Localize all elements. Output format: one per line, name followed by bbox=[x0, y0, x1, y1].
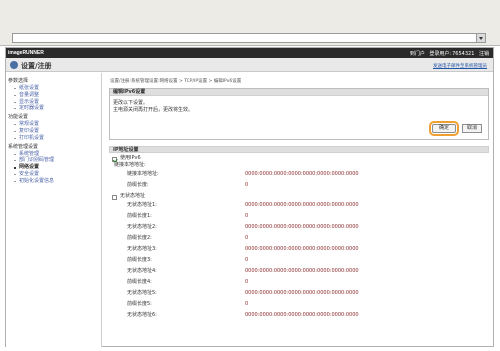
address-row: 前缀长度2: 0 bbox=[109, 233, 489, 244]
link-local-label: 链接本地地址: bbox=[114, 162, 146, 168]
page-title: 设置/注册 bbox=[21, 62, 52, 70]
use-ipv6-label: 使用IPv6 bbox=[120, 155, 141, 161]
top-bar: imageRUNNER 到门户 登录用户:7654321 注销 bbox=[6, 48, 493, 58]
panel-message-line2: 主电源关闭再打开后，更改将生效。 bbox=[113, 107, 194, 113]
stateless-rows: 无状态地址1: 0000:0000:0000:0000:0000:0000:000… bbox=[109, 200, 489, 321]
address-row-label: 链接本地地址: bbox=[127, 171, 159, 177]
address-row-label: 前缀长度5: bbox=[127, 301, 152, 307]
main-content: 设置/注册:系统管理设置:网络设置 > TCP/IP设置 > 编辑IPv6设置 … bbox=[104, 73, 493, 347]
address-row-value: 0 bbox=[245, 301, 249, 307]
sidebar-item[interactable]: 纸张设置 bbox=[14, 85, 101, 92]
address-row-value: 0000:0000:0000:0000:0000:0000:0000:0000 bbox=[245, 268, 359, 274]
use-ipv6-checkbox[interactable] bbox=[112, 156, 117, 162]
address-row: 前缀长度1: 0 bbox=[109, 211, 489, 222]
address-row: 无状态地址2: 0000:0000:0000:0000:0000:0000:000… bbox=[109, 222, 489, 233]
address-row-label: 前缀长度3: bbox=[127, 257, 152, 263]
address-row: 无状态地址3: 0000:0000:0000:0000:0000:0000:000… bbox=[109, 244, 489, 255]
sidebar: 参数选择 纸张设置 音量调整 显示设置 定时器设置 功能设置 常规设置 复印设置 打印机设置 系统… bbox=[6, 73, 102, 347]
sidebar-item[interactable]: 常规设置 bbox=[14, 121, 101, 128]
address-row-value: 0000:0000:0000:0000:0000:0000:0000:0000 bbox=[245, 202, 359, 208]
address-row-label: 无状态地址4: bbox=[127, 268, 157, 274]
sidebar-item[interactable]: 音量调整 bbox=[14, 92, 101, 99]
address-row-value: 0 bbox=[245, 182, 249, 188]
panel-message: 更改以下设置。 主电源关闭再打开后，更改将生效。 bbox=[110, 96, 488, 114]
address-row-label: 无状态地址6: bbox=[127, 312, 157, 318]
sidebar-item[interactable]: 复印设置 bbox=[14, 128, 101, 135]
address-row-value: 0000:0000:0000:0000:0000:0000:0000:0000 bbox=[245, 290, 359, 296]
address-dropdown-button[interactable] bbox=[476, 34, 485, 42]
address-row: 无状态地址6: 0000:0000:0000:0000:0000:0000:000… bbox=[109, 310, 489, 321]
link-local-rows: 链接本地地址: 0000:0000:0000:0000:0000:0000:000… bbox=[109, 169, 489, 191]
panel-title: 编辑IPv6设置 bbox=[110, 89, 488, 96]
address-row: 无状态地址4: 0000:0000:0000:0000:0000:0000:000… bbox=[109, 266, 489, 277]
address-row-label: 前缀长度1: bbox=[127, 213, 152, 219]
sidebar-item[interactable]: 打印机设置 bbox=[14, 135, 101, 142]
address-row-label: 无状态地址3: bbox=[127, 246, 157, 252]
address-row-label: 前缀长度2: bbox=[127, 235, 152, 241]
sidebar-item[interactable]: 安全设置 bbox=[14, 171, 101, 178]
logout-link[interactable]: 注销 bbox=[479, 51, 489, 57]
stateless-label: 无状态地址 bbox=[120, 193, 146, 199]
app-window: imageRUNNER 到门户 登录用户:7654321 注销 设置/注册 发送… bbox=[5, 47, 494, 347]
address-row: 前缀长度3: 0 bbox=[109, 255, 489, 266]
address-row-label: 前缀长度4: bbox=[127, 279, 152, 285]
title-bar: 设置/注册 发送电子邮件至系统管理员 bbox=[6, 58, 493, 72]
ok-button[interactable]: 确定 bbox=[429, 121, 459, 136]
address-row: 前缀长度5: 0 bbox=[109, 299, 489, 310]
address-row: 前缀长度4: 0 bbox=[109, 277, 489, 288]
email-admin-link[interactable]: 发送电子邮件至系统管理员 bbox=[433, 63, 487, 69]
address-row-label: 前缀长度: bbox=[127, 182, 149, 188]
portal-link[interactable]: 到门户 bbox=[410, 51, 425, 57]
address-row-label: 无状态地址5: bbox=[127, 290, 157, 296]
address-row-value: 0 bbox=[245, 279, 249, 285]
address-row: 无状态地址1: 0000:0000:0000:0000:0000:0000:000… bbox=[109, 200, 489, 211]
address-row-value: 0 bbox=[245, 257, 249, 263]
login-user-value: 7654321 bbox=[452, 51, 475, 57]
address-row-value: 0 bbox=[245, 213, 249, 219]
sidebar-group-heading: 参数选择 bbox=[8, 78, 29, 84]
address-bar[interactable] bbox=[12, 33, 486, 43]
address-row: 无状态地址5: 0000:0000:0000:0000:0000:0000:000… bbox=[109, 288, 489, 299]
address-row-value: 0000:0000:0000:0000:0000:0000:0000:0000 bbox=[245, 312, 359, 318]
address-row-label: 无状态地址1: bbox=[127, 202, 157, 208]
sidebar-item[interactable]: 网络设置 bbox=[14, 164, 101, 171]
settings-home-icon bbox=[10, 61, 18, 69]
login-user-label: 登录用户: bbox=[429, 51, 452, 57]
panel-message-line1: 更改以下设置。 bbox=[113, 100, 149, 106]
ip-address-section: IP地址设置 使用IPv6 链接本地地址: 链接本地地址: 0000:0000:0… bbox=[109, 146, 489, 346]
stateless-checkbox[interactable] bbox=[112, 194, 117, 200]
use-ipv6-checkbox-row[interactable]: 使用IPv6 bbox=[109, 155, 489, 162]
browser-chrome bbox=[0, 0, 500, 46]
breadcrumb: 设置/注册:系统管理设置:网络设置 > TCP/IP设置 > 编辑IPv6设置 bbox=[110, 79, 242, 84]
section-title: IP地址设置 bbox=[109, 146, 489, 153]
user-area: 到门户 登录用户:7654321 注销 bbox=[407, 50, 489, 57]
cancel-button[interactable]: 取消 bbox=[462, 124, 482, 133]
address-row-value: 0 bbox=[245, 235, 249, 241]
brand-logo: imageRUNNER bbox=[8, 50, 44, 56]
address-row: 前缀长度: 0 bbox=[109, 180, 489, 191]
address-row-value: 0000:0000:0000:0000:0000:0000:0000:0000 bbox=[245, 224, 359, 230]
sidebar-item[interactable]: 定时器设置 bbox=[14, 105, 101, 112]
stateless-checkbox-row[interactable]: 无状态地址 bbox=[109, 193, 489, 200]
address-row-value: 0000:0000:0000:0000:0000:0000:0000:0000 bbox=[245, 171, 359, 177]
sidebar-item[interactable]: 初始化设置信息 bbox=[14, 178, 101, 185]
sidebar-group-heading: 功能设置 bbox=[8, 114, 29, 121]
edit-ipv6-panel: 编辑IPv6设置 更改以下设置。 主电源关闭再打开后，更改将生效。 确定 取消 bbox=[109, 88, 489, 140]
address-row-value: 0000:0000:0000:0000:0000:0000:0000:0000 bbox=[245, 246, 359, 252]
sidebar-group-heading: 系统管理设置 bbox=[8, 143, 39, 150]
address-row: 链接本地地址: 0000:0000:0000:0000:0000:0000:000… bbox=[109, 169, 489, 180]
address-row-label: 无状态地址2: bbox=[127, 224, 157, 230]
